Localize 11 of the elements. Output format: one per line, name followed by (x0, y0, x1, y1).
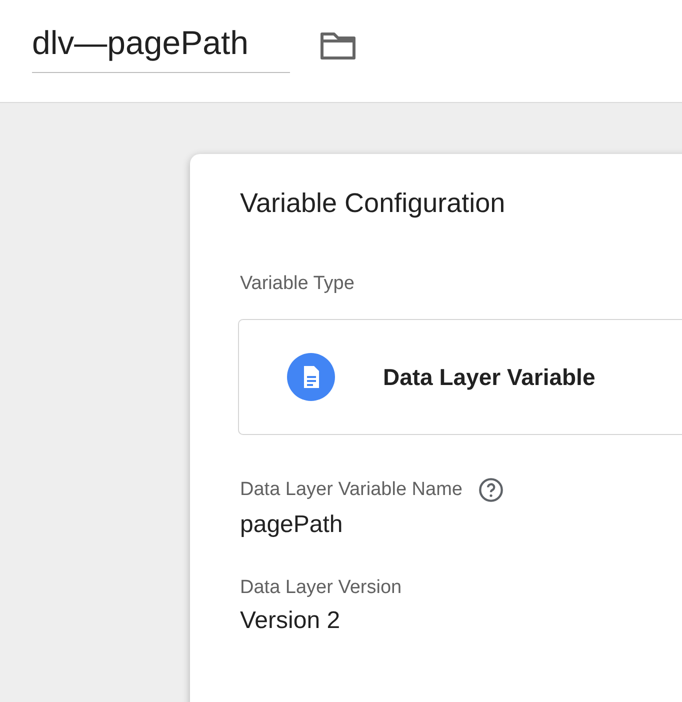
field-label: Variable Type (240, 273, 356, 295)
name-field[interactable]: dlv—pagePath (32, 24, 290, 73)
field-label: Data Layer Version (240, 577, 402, 599)
field-label: Data Layer Variable Name (240, 479, 462, 501)
variable-type-selector[interactable]: Data Layer Variable (238, 319, 682, 435)
help-icon[interactable] (478, 477, 504, 503)
field-value: pagePath (240, 511, 344, 539)
field-value: Version 2 (240, 607, 342, 635)
card-title: Variable Configuration (240, 188, 506, 219)
folder-icon[interactable] (318, 30, 358, 62)
document-icon (287, 353, 335, 401)
